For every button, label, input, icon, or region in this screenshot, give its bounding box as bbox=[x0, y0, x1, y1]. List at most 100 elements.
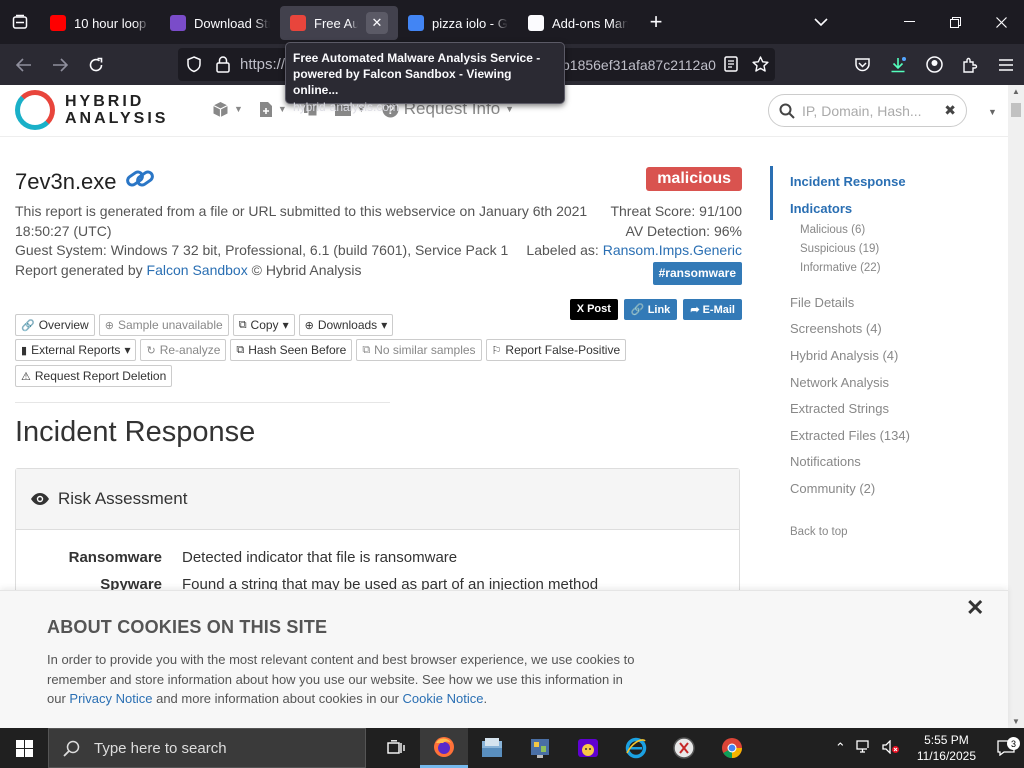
x-post-button[interactable]: X Post bbox=[569, 299, 618, 320]
show-hidden-icons-chevron-icon[interactable]: ⌃ bbox=[830, 740, 851, 756]
label-link[interactable]: Ransom.Imps.Generic bbox=[603, 242, 742, 258]
sidebar-item-extracted-files-134[interactable]: Extracted Files (134) bbox=[790, 428, 910, 443]
browser-tab[interactable]: Download Stro bbox=[160, 6, 280, 40]
sidebar-item-screenshots-4[interactable]: Screenshots (4) bbox=[790, 321, 882, 336]
scrollbar-thumb[interactable] bbox=[1011, 103, 1021, 117]
browser-tab[interactable]: Free Autom ✕ bbox=[280, 6, 398, 40]
tracking-protection-icon[interactable] bbox=[186, 56, 202, 73]
risk-assessment-title: Risk Assessment bbox=[58, 489, 188, 508]
url-text[interactable]: https:// bbox=[236, 56, 285, 73]
lock-icon[interactable] bbox=[216, 56, 230, 73]
bookmark-star-icon[interactable] bbox=[752, 56, 769, 73]
ransomware-tag[interactable]: #ransomware bbox=[652, 261, 742, 285]
copy-button[interactable]: ⧉ Copy ▾ bbox=[232, 314, 295, 336]
cookie-notice-link[interactable]: Cookie Notice bbox=[403, 691, 484, 706]
reader-view-icon[interactable] bbox=[724, 56, 738, 72]
clear-search-icon[interactable]: ✖ bbox=[944, 102, 956, 119]
logo-line-1: HYBRID bbox=[65, 93, 145, 110]
sidebar-item-network-analysis[interactable]: Network Analysis bbox=[790, 375, 889, 390]
logo-ring-icon bbox=[15, 90, 55, 130]
report-false-positive-button[interactable]: ⚐ Report False-Positive bbox=[485, 339, 627, 361]
menu-icon[interactable] bbox=[988, 49, 1024, 81]
extensions-icon[interactable] bbox=[952, 49, 988, 81]
nav-upload-menu[interactable]: ▼ bbox=[259, 101, 287, 118]
sample-unavailable-button[interactable]: ⊕ Sample unavailable bbox=[98, 314, 229, 336]
falcon-sandbox-link[interactable]: Falcon Sandbox bbox=[147, 262, 248, 278]
network-icon[interactable] bbox=[851, 739, 877, 757]
volume-muted-icon[interactable] bbox=[877, 738, 905, 757]
url-tail-text[interactable]: b1856ef31afa87c2112a0 bbox=[562, 57, 716, 73]
taskbar-search-input[interactable]: Type here to search bbox=[48, 728, 366, 768]
sidebar-item-file-details[interactable]: File Details bbox=[790, 295, 854, 310]
close-window-button[interactable] bbox=[978, 0, 1024, 44]
minimize-button[interactable] bbox=[886, 0, 932, 44]
account-icon[interactable] bbox=[916, 49, 952, 81]
button-label: Report False-Positive bbox=[505, 343, 621, 357]
overview-button[interactable]: 🔗 Overview bbox=[15, 314, 95, 336]
taskbar-clock[interactable]: 5:55 PM 11/16/2025 bbox=[905, 732, 988, 764]
sidebar-item-indicators[interactable]: Indicators bbox=[790, 201, 852, 216]
sidebar-item-suspicious-19[interactable]: Suspicious (19) bbox=[800, 243, 879, 255]
pocket-icon[interactable] bbox=[844, 49, 880, 81]
action-buttons-row-2: ▮ External Reports ▾ ↻ Re-analyze ⧉ Hash Seen … bbox=[15, 339, 627, 361]
firefox-view-icon[interactable] bbox=[0, 0, 40, 44]
file-explorer-icon[interactable] bbox=[468, 728, 516, 768]
no-similar-samples-button[interactable]: ⧉ No similar samples bbox=[356, 339, 482, 361]
external-reports-button[interactable]: ▮ External Reports ▾ bbox=[15, 339, 137, 361]
scroll-up-arrow-icon[interactable]: ▲ bbox=[1012, 87, 1020, 96]
restore-button[interactable] bbox=[932, 0, 978, 44]
site-search-input[interactable]: IP, Domain, Hash... ✖ bbox=[768, 94, 967, 127]
button-icon: ⧉ bbox=[362, 343, 371, 356]
downloads-button[interactable]: ⊕ Downloads ▾ bbox=[298, 314, 394, 336]
share-link-button[interactable]: 🔗 Link bbox=[623, 299, 678, 320]
chrome-icon[interactable] bbox=[708, 728, 756, 768]
sidebar-item-notifications[interactable]: Notifications bbox=[790, 454, 861, 469]
sidebar-item-back-to-top[interactable]: Back to top bbox=[790, 526, 848, 538]
screen: 10 hour loop p Download Stro Free Autom ✕ pi… bbox=[0, 0, 1024, 768]
button-label: Downloads bbox=[317, 318, 378, 332]
hybrid-analysis-logo[interactable]: HYBRID ANALYSIS bbox=[15, 90, 168, 130]
sidebar-item-malicious-6[interactable]: Malicious (6) bbox=[800, 224, 865, 236]
page-scrollbar[interactable]: ▲ ▼ bbox=[1008, 85, 1024, 728]
user-menu-caret-icon[interactable]: ▼ bbox=[988, 107, 997, 117]
tab-tooltip: Free Automated Malware Analysis Service … bbox=[285, 42, 565, 114]
app-circle-icon[interactable] bbox=[660, 728, 708, 768]
internet-explorer-icon[interactable] bbox=[612, 728, 660, 768]
sidebar-item-incident-response[interactable]: Incident Response bbox=[790, 174, 906, 189]
nav-submit-menu[interactable]: ▼ bbox=[212, 101, 243, 118]
re-analyze-button[interactable]: ↻ Re-analyze bbox=[140, 339, 227, 361]
search-icon bbox=[63, 740, 80, 757]
sidebar-item-extracted-strings[interactable]: Extracted Strings bbox=[790, 401, 889, 416]
privacy-notice-link[interactable]: Privacy Notice bbox=[69, 691, 152, 706]
action-buttons-row-3: ⚠ Request Report Deletion bbox=[15, 365, 173, 387]
browser-tab[interactable]: pizza iolo - Go bbox=[398, 6, 518, 40]
back-arrow-icon[interactable] bbox=[6, 49, 42, 81]
browser-tab[interactable]: Add-ons Mana bbox=[518, 6, 638, 40]
yahoo-app-icon[interactable] bbox=[564, 728, 612, 768]
task-view-icon[interactable] bbox=[372, 728, 420, 768]
tab-list-chevron-icon[interactable] bbox=[796, 0, 846, 44]
firefox-taskbar-icon[interactable] bbox=[420, 728, 468, 768]
scroll-down-arrow-icon[interactable]: ▼ bbox=[1012, 717, 1020, 726]
close-cookie-banner-icon[interactable]: ✕ bbox=[966, 595, 984, 621]
close-tab-icon[interactable]: ✕ bbox=[366, 12, 388, 34]
button-icon: 🔗 bbox=[21, 319, 35, 332]
browser-tab[interactable]: 10 hour loop p bbox=[40, 6, 160, 40]
downloads-icon[interactable] bbox=[880, 49, 916, 81]
sidebar-item-community-2[interactable]: Community (2) bbox=[790, 481, 875, 496]
request-report-deletion-button[interactable]: ⚠ Request Report Deletion bbox=[15, 365, 173, 387]
permalink-icon[interactable] bbox=[125, 167, 155, 197]
new-tab-button[interactable]: + bbox=[638, 0, 674, 44]
forward-arrow-icon[interactable] bbox=[42, 49, 78, 81]
hash-seen-before-button[interactable]: ⧉ Hash Seen Before bbox=[230, 339, 353, 361]
windows-start-icon[interactable] bbox=[0, 728, 48, 768]
button-icon: ↻ bbox=[146, 344, 156, 357]
action-center-icon[interactable]: 3 bbox=[988, 737, 1024, 756]
button-icon: ⧉ bbox=[236, 343, 245, 356]
reload-icon[interactable] bbox=[78, 49, 114, 81]
email-button[interactable]: ➦ E-Mail bbox=[683, 299, 742, 320]
control-panel-icon[interactable] bbox=[516, 728, 564, 768]
sidebar-item-informative-22[interactable]: Informative (22) bbox=[800, 262, 881, 274]
sidebar-item-hybrid-analysis-4[interactable]: Hybrid Analysis (4) bbox=[790, 348, 898, 363]
button-label: Sample unavailable bbox=[117, 318, 223, 332]
